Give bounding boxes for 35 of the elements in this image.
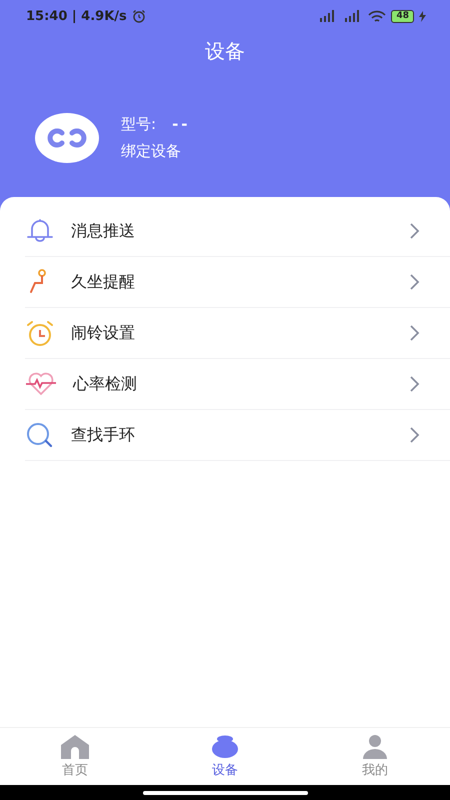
- chevron-right-icon: [410, 274, 420, 290]
- chevron-right-icon: [410, 376, 420, 392]
- menu-item[interactable]: 消息推送: [25, 206, 450, 257]
- menu-label: 闹铃设置: [71, 322, 136, 344]
- alarm-clock-icon: [25, 320, 55, 346]
- model-label: 型号:: [121, 115, 156, 134]
- page-title: 设备: [204, 38, 246, 65]
- menu-label: 消息推送: [71, 220, 136, 242]
- menu-item[interactable]: 查找手环: [25, 410, 450, 461]
- alarm-clock-icon: [132, 9, 146, 23]
- chevron-right-icon: [410, 427, 420, 443]
- chevron-right-icon: [410, 223, 420, 239]
- home-icon: [60, 734, 90, 758]
- tab[interactable]: 我的: [300, 728, 450, 785]
- menu-label: 久坐提醒: [71, 272, 136, 292]
- menu-item[interactable]: 久坐提醒: [25, 257, 450, 308]
- tab[interactable]: 首页: [0, 728, 150, 785]
- battery-icon: 48: [391, 10, 414, 22]
- charging-icon: [419, 10, 426, 22]
- status-time: 15:40 | 4.9K/s: [26, 8, 127, 24]
- chevron-right-icon: [410, 325, 420, 341]
- device-logo-icon: [35, 113, 99, 163]
- menu-label: 查找手环: [71, 424, 136, 446]
- heart-rate-icon: [25, 371, 57, 397]
- menu-item[interactable]: 闹铃设置: [25, 308, 450, 359]
- bell-icon: [25, 218, 55, 244]
- home-indicator[interactable]: [142, 790, 308, 794]
- person-icon: [360, 734, 390, 758]
- tab[interactable]: 设备: [150, 728, 300, 785]
- model-value: --: [172, 115, 191, 134]
- menu-item[interactable]: 心率检测: [25, 359, 450, 410]
- menu-label: 心率检测: [73, 374, 138, 394]
- bind-device-link[interactable]: 绑定设备: [121, 142, 191, 161]
- search-icon: [25, 422, 55, 448]
- wifi-icon: [368, 10, 386, 22]
